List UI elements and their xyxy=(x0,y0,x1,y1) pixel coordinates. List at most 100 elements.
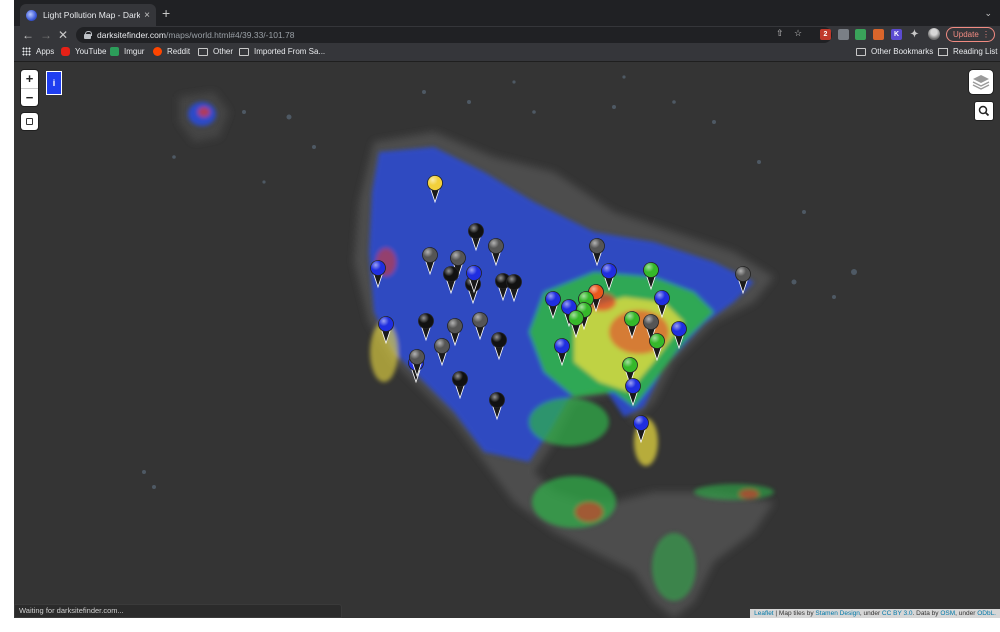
bookmark-apps[interactable]: Apps xyxy=(22,47,54,56)
odbl-link[interactable]: ODbL. xyxy=(977,610,996,617)
extension-badge-count: 2 xyxy=(823,31,828,38)
marker-pin-shine xyxy=(443,266,459,282)
extension-k-letter: K xyxy=(893,31,900,38)
glow-mexico xyxy=(532,476,616,528)
layers-button[interactable] xyxy=(969,70,993,94)
leaflet-link[interactable]: Leaflet xyxy=(754,610,774,617)
marker-pin-shine xyxy=(378,316,394,332)
square-icon xyxy=(26,118,33,125)
folder-icon xyxy=(198,47,208,56)
attribution-text: , under xyxy=(955,610,978,617)
bookmark-label: Imported From Sa... xyxy=(254,47,326,56)
cc-license-link[interactable]: CC BY 3.0 xyxy=(882,610,913,617)
bookmark-folder-imported[interactable]: Imported From Sa... xyxy=(239,47,325,56)
zoom-in-button[interactable]: + xyxy=(21,70,38,88)
close-tab-icon[interactable]: × xyxy=(144,10,150,21)
glow-puerto-rico xyxy=(739,489,759,499)
globe-favicon-icon xyxy=(26,9,37,21)
tab-strip: Light Pollution Map - DarkSiteFinder.com… xyxy=(14,0,1000,26)
marker-pin-shine xyxy=(643,314,659,330)
marker-pin-shine xyxy=(624,311,640,327)
youtube-icon xyxy=(61,47,70,56)
profile-avatar[interactable] xyxy=(928,28,940,40)
glow-mexico-city xyxy=(575,502,603,522)
bookmark-reddit[interactable]: Reddit xyxy=(153,47,190,56)
light-pollution-map[interactable]: + − i Leaflet | Map tiles by Stamen Desi… xyxy=(14,62,1000,618)
forward-button[interactable]: → xyxy=(40,27,52,43)
bookmark-label: Other Bookmarks xyxy=(871,47,934,56)
marker-pin-shine xyxy=(472,312,488,328)
marker-pin-shine xyxy=(422,247,438,263)
bookmark-label: YouTube xyxy=(75,47,107,56)
bookmark-folder-other[interactable]: Other xyxy=(198,47,233,56)
reading-list-icon xyxy=(938,47,948,56)
extension-chat-icon[interactable] xyxy=(838,29,849,40)
marker-pin-shine xyxy=(468,223,484,239)
bookmark-star-icon[interactable]: ☆ xyxy=(794,28,802,39)
bookmark-youtube[interactable]: YouTube xyxy=(61,47,106,56)
marker-pin-shine xyxy=(568,310,584,326)
back-button[interactable]: ← xyxy=(22,27,34,43)
bookmark-label: Reading List xyxy=(953,47,998,56)
stop-loading-button[interactable]: ✕ xyxy=(58,27,68,43)
marker-pin-shine xyxy=(450,250,466,266)
update-label: Update xyxy=(953,30,979,39)
marker-pin-shine xyxy=(427,175,443,191)
tab-light-pollution-map[interactable]: Light Pollution Map - DarkSiteFinder.com… xyxy=(20,4,156,26)
bookmarks-bar: Apps YouTube Imgur Reddit Other Imported… xyxy=(14,44,1000,62)
window-edge xyxy=(0,0,14,632)
bookmark-label: Reddit xyxy=(167,47,191,56)
marker-pin-shine xyxy=(554,338,570,354)
map-canvas[interactable] xyxy=(14,62,1000,618)
glow-texas xyxy=(529,398,609,446)
share-icon[interactable]: ⇧ xyxy=(776,28,784,39)
stamen-link[interactable]: Stamen Design xyxy=(815,610,859,617)
info-button[interactable]: i xyxy=(46,71,62,95)
navigation-toolbar: ← → ✕ darksitefinder.com/maps/world.html… xyxy=(14,26,1000,44)
layers-icon xyxy=(972,75,990,90)
url-text[interactable]: darksitefinder.com/maps/world.html#4/39.… xyxy=(97,30,295,40)
marker-pin-shine xyxy=(649,333,665,349)
attribution-text: . Data by xyxy=(912,610,941,617)
map-search-button[interactable] xyxy=(975,102,993,120)
extension-puzzle-green-icon[interactable] xyxy=(855,29,866,40)
bookmark-other-bookmarks[interactable]: Other Bookmarks xyxy=(856,47,933,56)
kebab-menu-icon[interactable]: ⋮ xyxy=(982,28,990,41)
address-bar[interactable]: darksitefinder.com/maps/world.html#4/39.… xyxy=(76,27,832,43)
lock-icon[interactable] xyxy=(84,31,92,39)
bookmark-label: Other xyxy=(213,47,234,56)
zoom-out-button[interactable]: − xyxy=(21,88,38,106)
extension-fox-icon[interactable] xyxy=(873,29,884,40)
status-bubble: Waiting for darksitefinder.com... xyxy=(14,604,342,618)
zoom-control: + − xyxy=(21,70,38,106)
imgur-icon xyxy=(110,47,119,56)
marker-pin-shine xyxy=(434,338,450,354)
folder-icon xyxy=(856,47,866,56)
marker-pin-shine xyxy=(489,392,505,408)
extension-ublock-icon[interactable]: 2 xyxy=(820,29,831,40)
marker-pin-shine xyxy=(370,260,386,276)
bookmark-label: Imgur xyxy=(124,47,145,56)
marker-pin-shine xyxy=(589,238,605,254)
extension-k-icon[interactable]: K xyxy=(891,29,902,40)
fullscreen-button[interactable] xyxy=(21,113,38,130)
marker-pin-shine xyxy=(466,265,482,281)
osm-link[interactable]: OSM xyxy=(940,610,955,617)
marker-pin-shine xyxy=(545,291,561,307)
glow-central-america xyxy=(652,533,696,601)
marker-pin-shine xyxy=(488,238,504,254)
tab-title: Light Pollution Map - DarkSiteFinder.com xyxy=(43,10,141,20)
marker-pin-shine xyxy=(622,357,638,373)
marker-pin-shine xyxy=(452,371,468,387)
new-tab-button[interactable]: + xyxy=(162,6,170,20)
update-button[interactable]: Update ⋮ xyxy=(946,27,995,42)
marker-pin-shine xyxy=(671,321,687,337)
marker-pin-shine xyxy=(418,313,434,329)
bookmark-imgur[interactable]: Imgur xyxy=(110,47,144,56)
glow-anchorage xyxy=(198,107,210,117)
marker-pin-shine xyxy=(654,290,670,306)
tab-search-chevron-icon[interactable]: ⌄ xyxy=(984,8,992,19)
extensions-puzzle-icon[interactable]: ✦ xyxy=(909,29,920,40)
search-icon xyxy=(978,105,990,117)
bookmark-reading-list[interactable]: Reading List xyxy=(938,47,997,56)
